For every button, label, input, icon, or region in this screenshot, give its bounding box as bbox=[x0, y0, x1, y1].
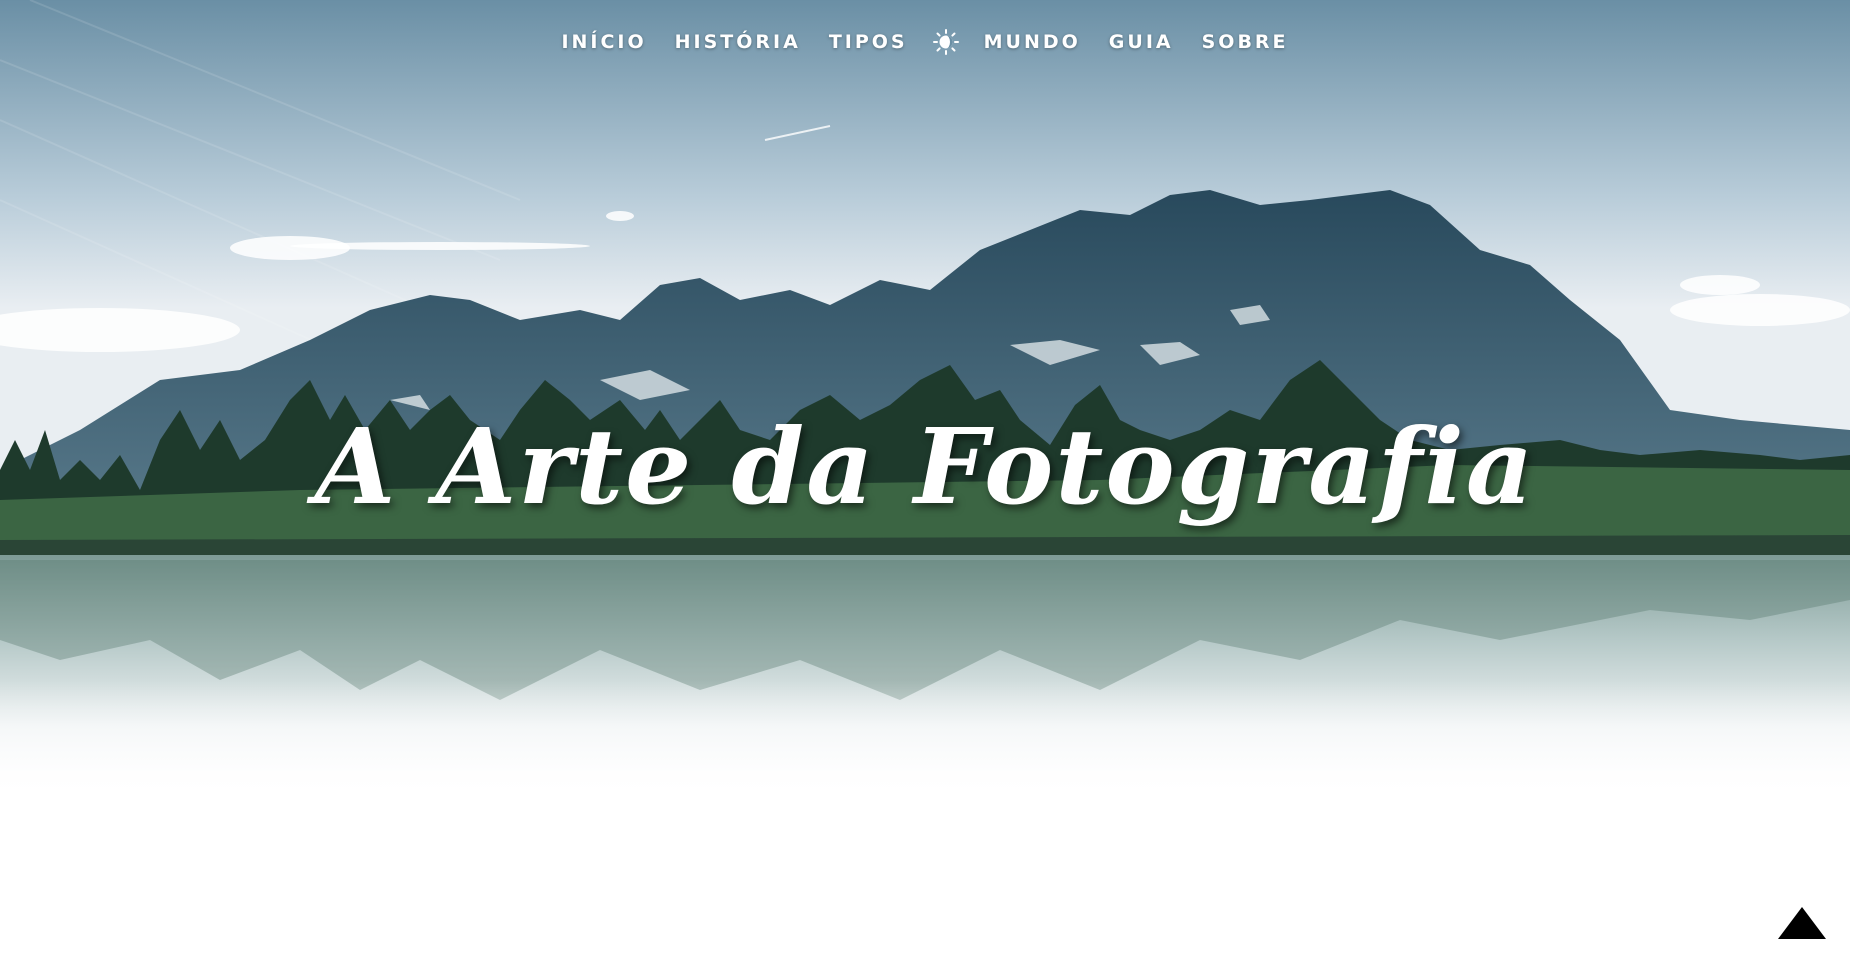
nav-item-inicio[interactable]: INÍCIO bbox=[547, 28, 660, 56]
hero-title: A Arte da Fotografia bbox=[314, 405, 1536, 528]
nav-item-mundo[interactable]: MUNDO bbox=[970, 28, 1095, 56]
main-nav: INÍCIO HISTÓRIA TIPOS MUNDO GUIA SOBRE bbox=[0, 28, 1850, 56]
nav-item-historia[interactable]: HISTÓRIA bbox=[661, 28, 815, 56]
nav-item-sobre[interactable]: SOBRE bbox=[1188, 28, 1303, 56]
nav-item-guia[interactable]: GUIA bbox=[1095, 28, 1188, 56]
page: INÍCIO HISTÓRIA TIPOS MUNDO GUIA SOBRE A… bbox=[0, 0, 1850, 961]
hero-background-image bbox=[0, 0, 1850, 800]
triangle-up-icon bbox=[1778, 907, 1826, 939]
nav-item-tipos[interactable]: TIPOS bbox=[815, 28, 922, 56]
theme-toggle-button[interactable] bbox=[932, 28, 960, 56]
back-to-top-button[interactable] bbox=[1778, 907, 1826, 939]
sun-moon-icon bbox=[932, 29, 959, 55]
